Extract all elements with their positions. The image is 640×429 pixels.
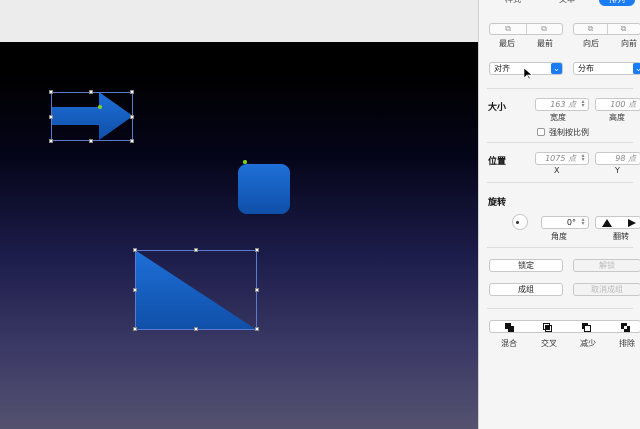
- y-field[interactable]: 98 点: [595, 152, 640, 165]
- size-section-title: 大小: [488, 103, 507, 113]
- send-to-back-button[interactable]: ⧉: [490, 24, 527, 34]
- x-field[interactable]: 1075 点 ▴ ▾: [535, 152, 589, 165]
- toolbar-area: [0, 0, 478, 42]
- selection-handle[interactable]: [49, 115, 53, 119]
- chevron-down-icon: ⌄: [551, 63, 562, 74]
- width-label: 宽度: [550, 113, 566, 122]
- rounded-square-shape[interactable]: [238, 164, 290, 214]
- send-backward-button[interactable]: ⧉: [574, 24, 608, 34]
- tab-style[interactable]: 样式: [505, 0, 521, 5]
- selection-handle[interactable]: [255, 248, 259, 252]
- align-select-value: 对齐: [494, 64, 510, 73]
- selection-handle[interactable]: [49, 90, 53, 94]
- subtract-icon[interactable]: [582, 323, 591, 332]
- layer-front-icon: ⧉: [541, 24, 547, 33]
- y-label: Y: [615, 166, 620, 175]
- selection-handle[interactable]: [130, 115, 134, 119]
- bring-forward-button[interactable]: ⧉: [607, 24, 640, 34]
- unlock-button[interactable]: 解锁: [573, 259, 640, 272]
- position-section-title: 位置: [488, 157, 507, 167]
- tab-text[interactable]: 文本: [559, 0, 575, 5]
- angle-stepper[interactable]: ▴ ▾: [579, 217, 587, 227]
- distribute-select-value: 分布: [578, 64, 594, 73]
- flip-buttons: [595, 216, 640, 229]
- subtract-label: 减少: [580, 339, 596, 348]
- divider: [487, 142, 633, 143]
- distribute-select[interactable]: 分布 ⌄: [573, 62, 640, 75]
- selection-handle[interactable]: [194, 327, 198, 331]
- divider: [487, 308, 633, 309]
- backmost-label: 最后: [499, 39, 515, 48]
- divider: [487, 88, 633, 89]
- selection-handle[interactable]: [255, 327, 259, 331]
- x-label: X: [554, 166, 560, 175]
- selection-handle[interactable]: [130, 90, 134, 94]
- boolean-buttons: [489, 320, 640, 333]
- slide-canvas[interactable]: [0, 42, 478, 429]
- width-value: 163 点: [550, 100, 576, 109]
- x-value: 1075 点: [545, 154, 576, 163]
- layer-backward-icon: ⧉: [587, 24, 594, 33]
- angle-label: 角度: [551, 232, 567, 241]
- flip-label: 翻转: [613, 232, 629, 241]
- triangle-selection-box: [135, 250, 257, 330]
- union-label: 混合: [501, 339, 517, 348]
- selection-handle[interactable]: [194, 248, 198, 252]
- selection-handle[interactable]: [89, 90, 93, 94]
- union-icon[interactable]: [505, 323, 514, 332]
- constrain-proportions-checkbox[interactable]: [537, 128, 545, 136]
- lock-button[interactable]: 锁定: [489, 259, 563, 272]
- angle-field[interactable]: 0° ▴ ▾: [541, 216, 589, 229]
- selection-handle[interactable]: [130, 139, 134, 143]
- exclude-label: 排除: [619, 339, 635, 348]
- height-label: 高度: [609, 113, 625, 122]
- rotate-dial-icon[interactable]: [512, 214, 528, 230]
- flip-vertical-icon[interactable]: [602, 219, 612, 227]
- width-field[interactable]: 163 点 ▴ ▾: [535, 98, 589, 111]
- selection-handle[interactable]: [49, 139, 53, 143]
- chevron-down-icon: ⌄: [633, 63, 640, 74]
- selection-handle[interactable]: [133, 248, 137, 252]
- tab-arrange[interactable]: 排列: [599, 0, 635, 6]
- layer-back-icon: ⧉: [505, 24, 511, 33]
- backward-forward-buttons: ⧉ ⧉: [573, 23, 640, 35]
- backward-label: 向后: [583, 39, 599, 48]
- inspector-panel: 样式 文本 排列 ⧉ ⧉ 最后 最前 ⧉ ⧉ 向后 向前 对齐 ⌄ 分布 ⌄ 大…: [478, 0, 640, 429]
- constrain-proportions-label: 强制按比例: [549, 128, 589, 137]
- divider: [487, 182, 633, 183]
- bring-to-front-button[interactable]: ⧉: [526, 24, 562, 34]
- intersect-icon[interactable]: [543, 323, 552, 332]
- divider: [487, 247, 633, 248]
- inspector-tabs: 样式 文本 排列: [479, 0, 640, 6]
- forward-label: 向前: [621, 39, 637, 48]
- exclude-icon[interactable]: [621, 323, 630, 332]
- arrow-adjust-point[interactable]: [98, 105, 102, 109]
- arrow-selection-box: [51, 92, 133, 141]
- height-value: 100 点: [610, 100, 636, 109]
- selection-handle[interactable]: [89, 139, 93, 143]
- selection-handle[interactable]: [133, 288, 137, 292]
- ungroup-button[interactable]: 取消成组: [573, 283, 640, 296]
- layer-forward-icon: ⧉: [620, 24, 627, 33]
- selection-handle[interactable]: [255, 288, 259, 292]
- selection-handle[interactable]: [133, 327, 137, 331]
- flip-horizontal-icon[interactable]: [628, 219, 638, 227]
- angle-value: 0°: [566, 218, 576, 227]
- width-stepper[interactable]: ▴ ▾: [579, 99, 587, 109]
- x-stepper[interactable]: ▴ ▾: [579, 153, 587, 163]
- back-front-buttons: ⧉ ⧉: [489, 23, 563, 35]
- frontmost-label: 最前: [537, 39, 553, 48]
- height-field[interactable]: 100 点: [595, 98, 640, 111]
- y-value: 98 点: [615, 154, 636, 163]
- mouse-pointer-icon: [524, 68, 532, 80]
- group-button[interactable]: 成组: [489, 283, 563, 296]
- intersect-label: 交叉: [541, 339, 557, 348]
- rotate-section-title: 旋转: [488, 198, 507, 208]
- corner-radius-point[interactable]: [243, 160, 247, 164]
